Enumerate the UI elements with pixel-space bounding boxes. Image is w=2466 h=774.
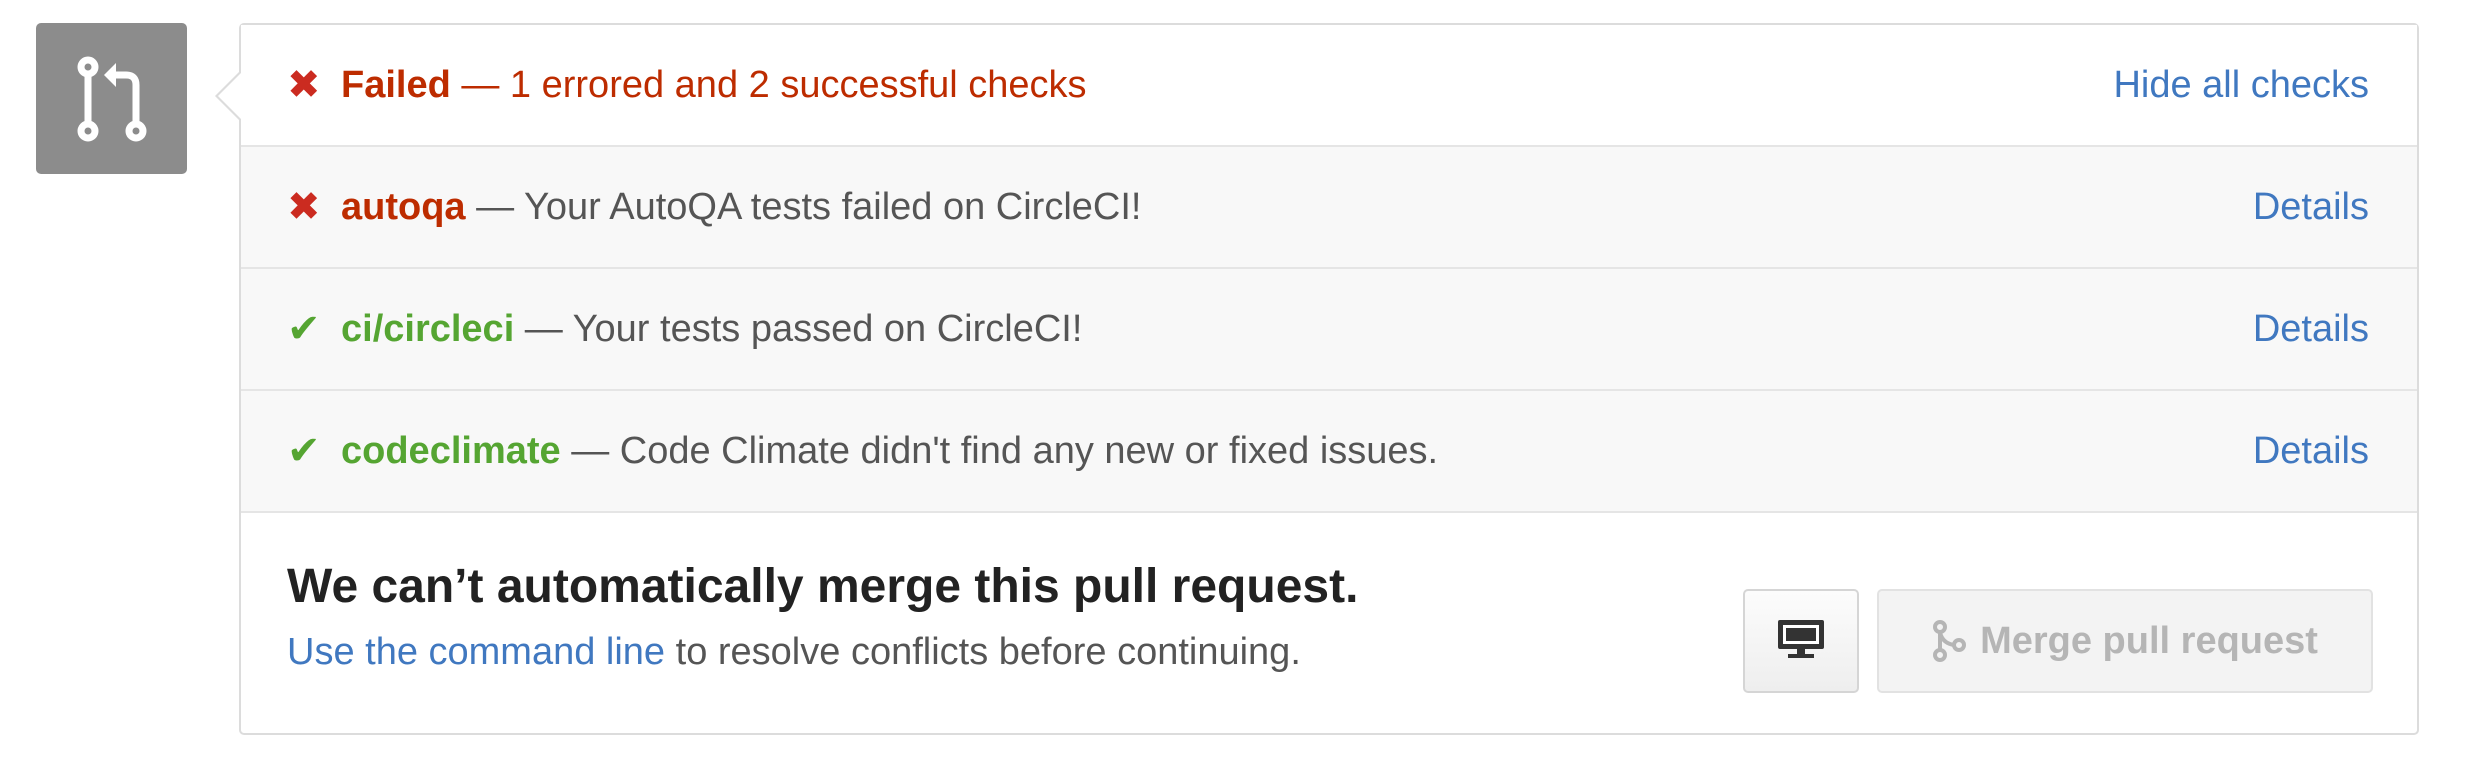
- merge-pull-request-button[interactable]: Merge pull request: [1877, 589, 2373, 693]
- check-row-circleci: ✔ ci/circleci — Your tests passed on Cir…: [241, 269, 2417, 391]
- check-description: — Code Climate didn't find any new or fi…: [560, 429, 1439, 472]
- check-name: ci/circleci: [341, 307, 515, 350]
- checks-panel: ✖ Failed — 1 errored and 2 successful ch…: [215, 23, 2419, 735]
- check-icon: ✔: [287, 307, 321, 351]
- details-link[interactable]: Details: [2253, 308, 2369, 351]
- checks-summary: Failed — 1 errored and 2 successful chec…: [341, 64, 2113, 107]
- summary-text: — 1 errored and 2 successful checks: [450, 63, 1087, 106]
- check-icon: ✔: [287, 429, 321, 473]
- command-line-button[interactable]: [1743, 589, 1859, 693]
- x-icon: ✖: [287, 63, 321, 107]
- merge-button-label: Merge pull request: [1980, 619, 2318, 662]
- details-link[interactable]: Details: [2253, 186, 2369, 229]
- merge-title: We can’t automatically merge this pull r…: [287, 560, 1359, 613]
- command-line-link[interactable]: Use the command line: [287, 631, 665, 673]
- check-row-autoqa: ✖ autoqa — Your AutoQA tests failed on C…: [241, 147, 2417, 269]
- git-merge-icon: [1932, 619, 1967, 663]
- failed-label: Failed: [341, 63, 451, 106]
- check-description: — Your tests passed on CircleCI!: [514, 307, 1083, 350]
- details-link[interactable]: Details: [2253, 430, 2369, 473]
- merge-instructions: Use the command line to resolve conflict…: [287, 631, 1301, 674]
- git-pull-request-icon: [36, 23, 187, 174]
- pull-request-merge-status: ✖ Failed — 1 errored and 2 successful ch…: [0, 0, 2466, 774]
- desktop-icon: [1775, 617, 1827, 666]
- checks-summary-row: ✖ Failed — 1 errored and 2 successful ch…: [241, 25, 2417, 147]
- check-name: codeclimate: [341, 429, 561, 472]
- hide-all-checks-link[interactable]: Hide all checks: [2113, 64, 2369, 107]
- x-icon: ✖: [287, 185, 321, 229]
- check-row-codeclimate: ✔ codeclimate — Code Climate didn't find…: [241, 391, 2417, 513]
- check-name: autoqa: [341, 185, 466, 228]
- check-description: — Your AutoQA tests failed on CircleCI!: [465, 185, 1142, 228]
- merge-section: We can’t automatically merge this pull r…: [241, 513, 2417, 733]
- merge-instructions-suffix: to resolve conflicts before continuing.: [665, 631, 1301, 673]
